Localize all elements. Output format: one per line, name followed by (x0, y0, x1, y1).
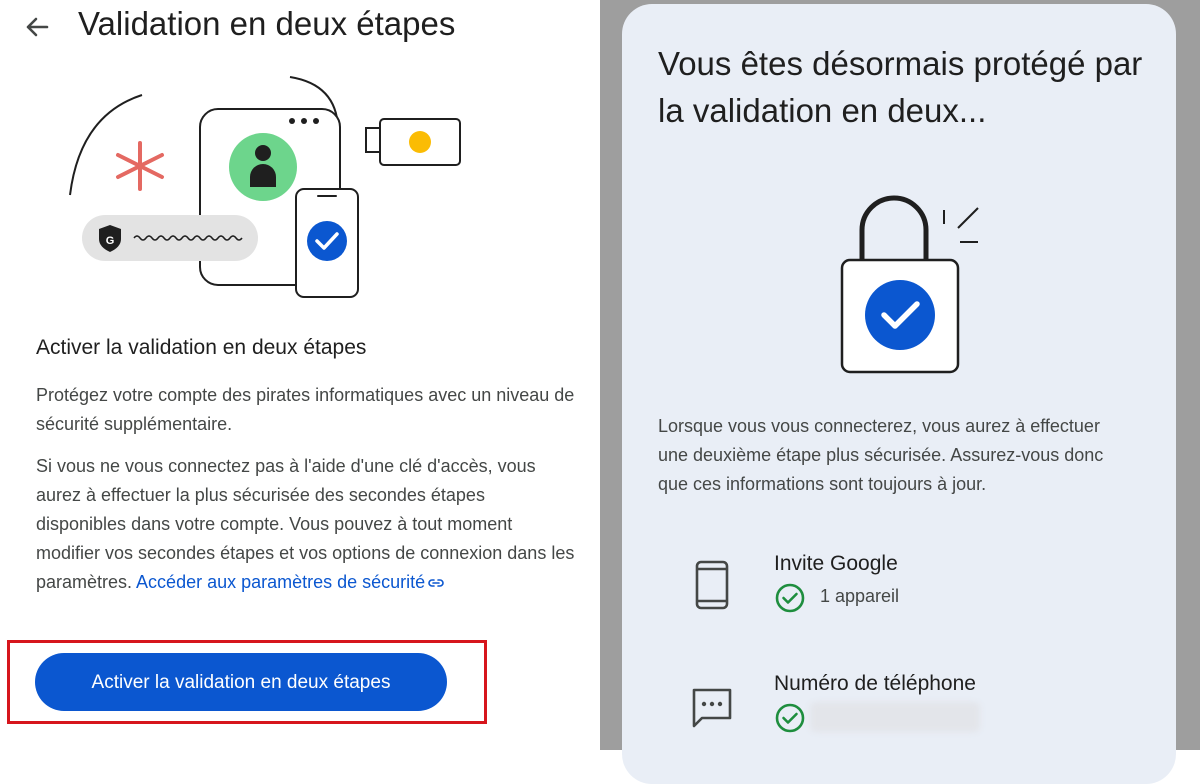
method-subtitle: 1 appareil (820, 586, 900, 606)
description-paragraph: Protégez votre compte des pirates inform… (36, 385, 575, 434)
svg-text:G: G (106, 235, 115, 247)
confirmation-card: Vous êtes désormais protégé par la valid… (622, 4, 1176, 784)
page-title: Validation en deux étapes (78, 5, 456, 42)
card-paragraph: Lorsque vous vous connecterez, vous aure… (658, 416, 1104, 494)
two-step-illustration: G (69, 76, 461, 298)
check-circle-icon (775, 703, 805, 733)
person-icon (229, 133, 297, 201)
card-title: Vous êtes désormais protégé par la valid… (658, 45, 1143, 129)
security-settings-link[interactable]: Accéder aux paramètres de sécurité (136, 572, 444, 592)
checkmark-icon (307, 221, 347, 261)
left-panel: Validation en deux étapes G Activer la v… (0, 0, 600, 750)
details-paragraph: Si vous ne vous connectez pas à l'aide d… (36, 452, 576, 597)
phone-icon (695, 560, 729, 610)
lock-icon (840, 195, 979, 374)
method-phone-number[interactable]: Numéro de téléphone (658, 672, 1158, 752)
asterisk-icon (116, 141, 164, 191)
section-title: Activer la validation en deux étapes (36, 336, 367, 359)
method-google-prompt[interactable]: Invite Google 1 appareil (658, 552, 1158, 632)
sms-icon (692, 688, 732, 728)
method-title: Invite Google (774, 552, 898, 575)
redacted-phone-number (810, 702, 980, 732)
security-settings-link-label: Accéder aux paramètres de sécurité (136, 572, 426, 592)
right-panel: Vous êtes désormais protégé par la valid… (600, 0, 1200, 784)
security-key-icon (365, 118, 461, 166)
method-title: Numéro de téléphone (774, 672, 976, 695)
lock-check-icon (865, 280, 935, 350)
check-circle-icon (775, 583, 805, 613)
back-arrow-icon[interactable] (20, 10, 54, 44)
external-link-icon (428, 579, 444, 588)
activate-two-step-button[interactable]: Activer la validation en deux étapes (35, 653, 447, 711)
